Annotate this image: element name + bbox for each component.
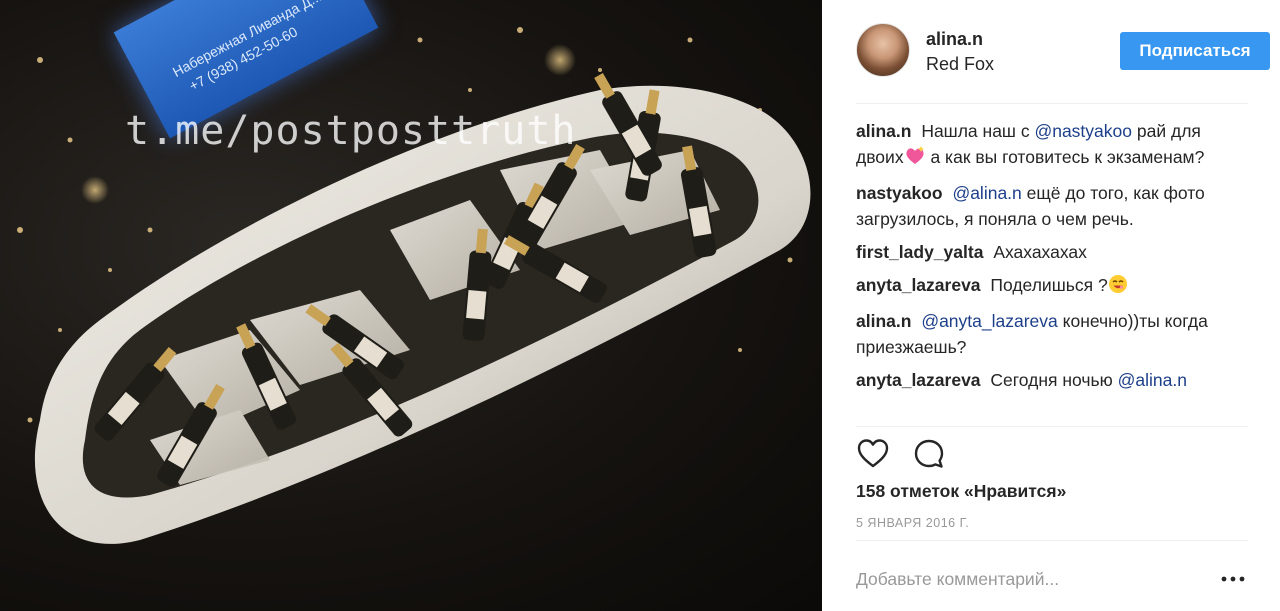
comment-text: Поделишься ? <box>990 275 1108 295</box>
comment-author[interactable]: alina.n <box>856 121 911 141</box>
comment-item: anyta_lazareva Поделишься ? <box>856 272 1248 301</box>
comment-mention[interactable]: @alina.n <box>952 183 1021 203</box>
post-location[interactable]: Red Fox <box>926 54 994 75</box>
comments-list: alina.n Нашла наш с @nastyakoo рай для д… <box>856 118 1248 400</box>
post-view: Набережная Ливанда Д... +7 (938) 452-50-… <box>0 0 1280 611</box>
comment-author[interactable]: alina.n <box>856 311 911 331</box>
comment-item: nastyakoo @alina.n ещё до того, как фото… <box>856 180 1248 232</box>
follow-button[interactable]: Подписаться <box>1120 32 1270 70</box>
avatar[interactable] <box>856 23 910 77</box>
post-actions: 158 отметок «Нравится» 5 ЯНВАРЯ 2016 Г. <box>856 426 1248 538</box>
author-username[interactable]: alina.n <box>926 29 983 50</box>
likes-count[interactable]: 158 отметок «Нравится» <box>856 481 1066 502</box>
comment-text: Сегодня ночью <box>990 370 1113 390</box>
comment-text: а как вы готовитесь к экзаменам? <box>930 147 1205 167</box>
watermark-text: t.me/postposttruth <box>125 108 577 154</box>
bathtub-illustration <box>17 27 811 544</box>
sparkling-heart-icon <box>904 146 926 173</box>
smiling-face-icon <box>1108 274 1128 301</box>
post-side-panel: alina.n Red Fox Подписаться alina.n Нашл… <box>822 0 1280 611</box>
heart-icon[interactable] <box>856 437 890 471</box>
comment-author[interactable]: anyta_lazareva <box>856 370 981 390</box>
comment-mention[interactable]: @anyta_lazareva <box>921 311 1057 331</box>
comment-text: Ахахахахах <box>993 242 1087 262</box>
comment-mention[interactable]: @alina.n <box>1118 370 1187 390</box>
comment-text: Нашла наш с <box>921 121 1030 141</box>
comment-author[interactable]: anyta_lazareva <box>856 275 981 295</box>
sign-address: Набережная Ливанда Д... <box>169 0 325 81</box>
post-header: alina.n Red Fox Подписаться <box>856 0 1270 104</box>
post-date: 5 ЯНВАРЯ 2016 Г. <box>856 516 970 530</box>
add-comment-bar <box>856 540 1248 611</box>
comment-author[interactable]: first_lady_yalta <box>856 242 983 262</box>
comment-item: first_lady_yalta Ахахахахах <box>856 239 1248 265</box>
comment-mention[interactable]: @nastyakoo <box>1034 121 1132 141</box>
more-options-icon[interactable] <box>1218 571 1248 587</box>
post-photo[interactable]: Набережная Ливанда Д... +7 (938) 452-50-… <box>0 0 822 611</box>
comment-input[interactable] <box>856 565 1206 593</box>
comment-item: anyta_lazareva Сегодня ночью @alina.n <box>856 367 1248 393</box>
comment-item: alina.n @anyta_lazareva конечно))ты когд… <box>856 308 1248 360</box>
comment-author[interactable]: nastyakoo <box>856 183 943 203</box>
comment-icon[interactable] <box>912 437 946 471</box>
comment-item: alina.n Нашла наш с @nastyakoo рай для д… <box>856 118 1248 173</box>
